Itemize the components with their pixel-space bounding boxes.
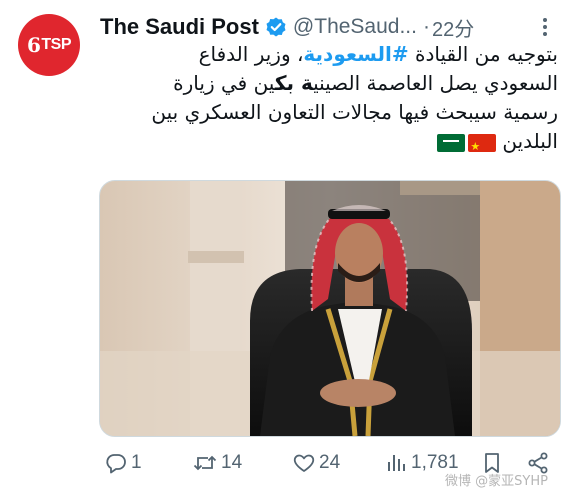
tweet-line-3: رسمية سيبحث فيها مجالات التعاون العسكري … <box>151 100 558 124</box>
tweet-text-segment: ، وزير الدفاع <box>198 42 304 66</box>
flag-emojis <box>437 133 497 152</box>
tweet-line-1: بتوجيه من القيادة #السعودية، وزير الدفاع <box>96 40 558 69</box>
separator-dot: · <box>422 15 430 38</box>
like-button[interactable]: 24 <box>292 448 340 478</box>
tweet-line-4: البلدين <box>96 127 558 156</box>
tweet-text-segment: بتوجيه من القيادة <box>408 42 558 66</box>
tweet-text-bold: ة بك <box>274 71 314 95</box>
china-flag-icon <box>468 133 497 152</box>
more-options-icon[interactable] <box>532 14 558 40</box>
watermark: 微博 @蒙亚SYHP <box>445 474 548 489</box>
like-count: 24 <box>319 452 341 473</box>
reply-count: 1 <box>131 452 142 473</box>
timestamp[interactable]: 22分 <box>432 13 474 42</box>
tweet-text: بتوجيه من القيادة #السعودية، وزير الدفاع… <box>96 40 558 156</box>
repost-button[interactable]: 14 <box>192 448 242 478</box>
photo-illustration <box>100 181 560 436</box>
tweet-text-segment: السعودي يصل العاصمة الصيني <box>313 71 558 95</box>
reply-icon <box>106 454 126 474</box>
avatar-text: TSP <box>41 36 72 53</box>
display-name[interactable]: The Saudi Post <box>100 14 259 40</box>
avatar-logo-mark: 6 <box>26 33 41 57</box>
hashtag-link[interactable]: #السعودية <box>303 42 408 66</box>
avatar[interactable]: 6 TSP <box>18 14 80 76</box>
repost-count: 14 <box>221 452 243 473</box>
tweet-line-2: السعودي يصل العاصمة الصينية بكين في زيار… <box>96 69 558 98</box>
saudi-flag-icon <box>437 133 466 152</box>
tweet-text-segment: البلدين <box>502 129 558 153</box>
verified-badge-icon <box>265 16 287 38</box>
views-chart-icon <box>388 455 405 471</box>
tweet-photo[interactable] <box>99 180 561 437</box>
heart-icon <box>293 454 315 472</box>
repost-icon <box>193 455 217 471</box>
reply-button[interactable]: 1 <box>104 448 142 478</box>
tweet-text-segment: ين في زيارة <box>173 71 275 95</box>
user-handle[interactable]: @TheSaud... <box>293 15 417 39</box>
tweet-header: The Saudi Post @TheSaud... · 22分 <box>100 12 474 42</box>
